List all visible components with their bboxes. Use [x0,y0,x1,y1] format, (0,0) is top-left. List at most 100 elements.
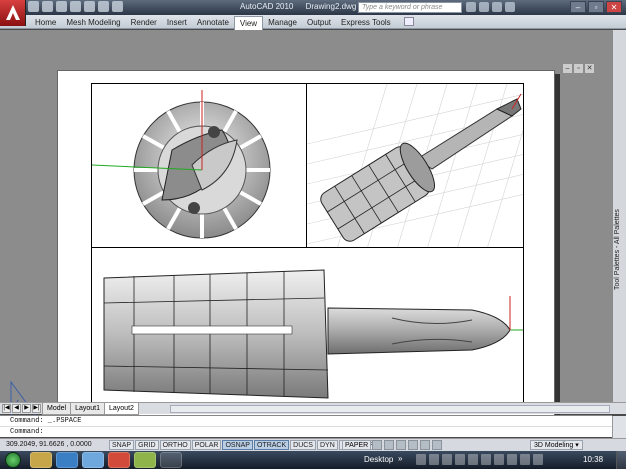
ribbon-tab-view[interactable]: View [233,16,264,30]
command-prompt[interactable]: Command: [0,426,612,436]
app-name: AutoCAD 2010 [240,2,294,11]
viewport-bottom[interactable] [91,247,524,412]
tray-icon-5[interactable] [468,454,478,465]
document-name: Drawing2.dwg [305,2,357,11]
status-toggle-snap[interactable]: SNAP [109,440,135,450]
close-button[interactable]: ✕ [606,1,622,13]
taskbar-app-autocad[interactable] [108,452,130,468]
viewport-top-left[interactable] [91,83,307,248]
autocad-logo-icon [6,5,20,20]
tray-icon-4[interactable] [455,454,465,465]
status-toggle-grid[interactable]: GRID [135,440,159,450]
ribbon-tab-mesh-modeling[interactable]: Mesh Modeling [61,16,125,30]
showmotion-icon[interactable] [432,440,442,450]
taskbar-app-explorer[interactable] [30,452,52,468]
tool-palettes[interactable]: Tool Palettes - All Palettes [612,30,626,402]
quick-access-toolbar [28,1,123,12]
show-desktop-button[interactable] [616,451,626,469]
horizontal-scrollbar[interactable] [170,405,610,413]
tray-icon-2[interactable] [429,454,439,465]
layout-tab-layout1[interactable]: Layout1 [70,403,105,415]
steeringwheel-icon[interactable] [420,440,430,450]
help-icon[interactable] [505,2,515,12]
title-bar: AutoCAD 2010 Drawing2.dwg Type a keyword… [0,0,626,26]
tray-icon-10[interactable] [533,454,543,465]
status-toggle-ducs[interactable]: DUCS [290,440,316,450]
command-scrollbar[interactable] [612,416,626,438]
tray-icon-3[interactable] [442,454,452,465]
search-input[interactable]: Type a keyword or phrase [358,2,462,13]
ribbon-tab-render[interactable]: Render [126,16,162,30]
ribbon-tab-insert[interactable]: Insert [162,16,192,30]
application-menu-button[interactable] [0,0,26,26]
drafting-toggles: SNAPGRIDORTHOPOLAROSNAPOTRACKDUCSDYNLWTQ… [109,440,377,450]
tray-icon-7[interactable] [494,454,504,465]
layout-tab-layout2[interactable]: Layout2 [104,403,139,415]
drawing-area[interactable]: – ▫ ✕ [0,30,612,424]
taskbar-app-ie[interactable] [56,452,78,468]
doc-minimize-button[interactable]: – [563,64,572,73]
system-tray [416,454,543,465]
ribbon-tab-express-tools[interactable]: Express Tools [336,16,396,30]
prev-layout-button[interactable]: ◀ [12,404,21,413]
communication-center-icon[interactable] [479,2,489,12]
status-toggle-polar[interactable]: POLAR [191,440,222,450]
command-line[interactable]: Command: _.PSPACE Command: [0,415,626,438]
viewport-top-right[interactable] [306,83,524,248]
new-file-icon[interactable] [28,1,39,12]
ribbon-tabs: Home Mesh Modeling Render Insert Annotate Vie… [30,16,396,30]
tray-icon-1[interactable] [416,454,426,465]
save-icon[interactable] [56,1,67,12]
paper-sheet [57,70,555,420]
status-toggle-osnap[interactable]: OSNAP [222,440,253,450]
tray-icon-9[interactable] [520,454,530,465]
last-layout-button[interactable]: ▶| [32,404,41,413]
redo-icon[interactable] [84,1,95,12]
favorites-star-icon[interactable] [492,2,502,12]
ribbon-tab-annotate[interactable]: Annotate [192,16,234,30]
ribbon: Home Mesh Modeling Render Insert Annotate Vie… [0,15,626,30]
workspace-switch[interactable]: 3D Modeling ▾ [530,440,583,450]
ucs-icon [10,380,37,417]
zoom-icon[interactable] [408,440,418,450]
layout-tab-model[interactable]: Model [42,403,72,415]
next-layout-button[interactable]: ▶ [22,404,31,413]
binoculars-icon[interactable] [466,2,476,12]
paper-model-toggle[interactable]: PAPER [342,440,372,450]
undo-icon[interactable] [70,1,81,12]
ribbon-tab-manage[interactable]: Manage [263,16,302,30]
maximize-button[interactable]: ▫ [588,1,604,13]
status-toggle-otrack[interactable]: OTRACK [253,440,290,450]
ribbon-tab-home[interactable]: Home [30,16,61,30]
taskbar-app-media[interactable] [82,452,104,468]
layout-tab-bar: |◀ ◀ ▶ ▶| Model Layout1 Layout2 [0,402,626,415]
quick-view-layouts-icon[interactable] [372,440,382,450]
status-toggle-dyn[interactable]: DYN [316,440,338,450]
document-window-controls: – ▫ ✕ [563,64,594,73]
tool-palettes-label: Tool Palettes - All Palettes [614,209,621,290]
command-history-line: Command: _.PSPACE [10,417,82,425]
minimize-button[interactable]: – [570,1,586,13]
pan-icon[interactable] [396,440,406,450]
status-bar: 309.2049, 91.6626 , 0.0000 SNAP GRID ORTHO… [0,438,626,451]
quick-view-drawings-icon[interactable] [384,440,394,450]
workspace-icon[interactable] [112,1,123,12]
open-file-icon[interactable] [42,1,53,12]
print-icon[interactable] [98,1,109,12]
minimize-ribbon-button[interactable] [404,17,414,26]
taskbar-clock[interactable]: 10:38 [583,455,603,464]
status-toggle-ortho[interactable]: ORTHO [159,440,191,450]
start-button[interactable] [2,451,24,469]
tray-icon-6[interactable] [481,454,491,465]
window-controls: – ▫ ✕ [570,1,622,13]
tray-icon-8[interactable] [507,454,517,465]
taskbar-app-extra[interactable] [160,452,182,468]
first-layout-button[interactable]: |◀ [2,404,11,413]
layout-nav: |◀ ◀ ▶ ▶| [2,404,41,413]
doc-close-button[interactable]: ✕ [585,64,594,73]
desktop-expand-icon[interactable]: » [398,454,402,463]
doc-restore-button[interactable]: ▫ [574,64,583,73]
desktop-toolbar-label[interactable]: Desktop [364,455,393,464]
ribbon-tab-output[interactable]: Output [302,16,336,30]
taskbar-app-other[interactable] [134,452,156,468]
